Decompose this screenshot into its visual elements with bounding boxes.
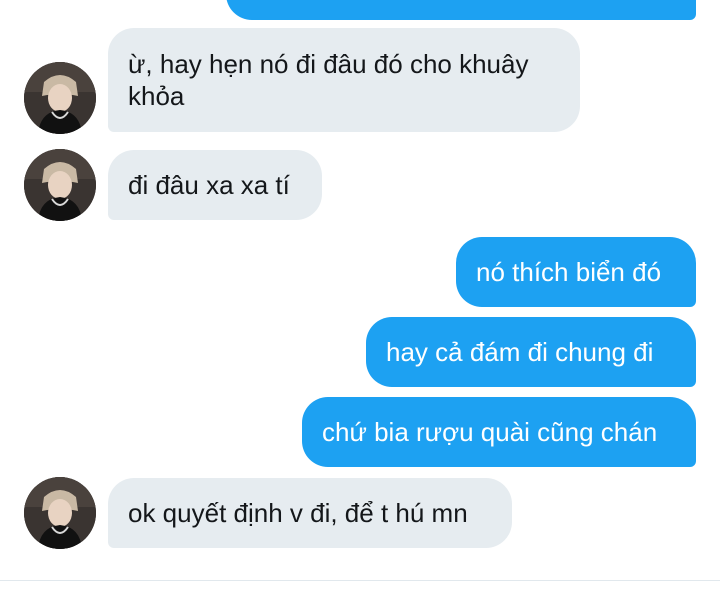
message-bubble-incoming[interactable]: ok quyết định v đi, để t hú mn xyxy=(108,478,512,548)
message-text: hay cả đám đi chung đi xyxy=(386,337,654,367)
avatar-image xyxy=(24,149,96,221)
message-bubble-incoming[interactable]: đi đâu xa xa tí xyxy=(108,150,322,220)
contact-avatar[interactable] xyxy=(24,62,96,134)
message-text: ok quyết định v đi, để t hú mn xyxy=(128,498,468,528)
message-bubble-outgoing[interactable] xyxy=(226,0,696,20)
message-bubble-outgoing[interactable]: hay cả đám đi chung đi xyxy=(366,317,696,387)
contact-avatar[interactable] xyxy=(24,477,96,549)
message-text: đi đâu xa xa tí xyxy=(128,170,290,200)
message-bubble-incoming[interactable]: ừ, hay hẹn nó đi đâu đó cho khuây khỏa xyxy=(108,28,580,132)
message-text: chứ bia rượu quài cũng chán xyxy=(322,417,658,447)
message-bubble-outgoing[interactable]: chứ bia rượu quài cũng chán xyxy=(302,397,696,467)
composer-area xyxy=(0,581,720,595)
avatar-image xyxy=(24,477,96,549)
conversation-thread: ừ, hay hẹn nó đi đâu đó cho khuây khỏa đ… xyxy=(0,0,720,580)
message-text: ừ, hay hẹn nó đi đâu đó cho khuây khỏa xyxy=(128,49,529,111)
contact-avatar[interactable] xyxy=(24,149,96,221)
message-text: nó thích biển đó xyxy=(476,257,662,287)
avatar-image xyxy=(24,62,96,134)
message-bubble-outgoing[interactable]: nó thích biển đó xyxy=(456,237,696,307)
